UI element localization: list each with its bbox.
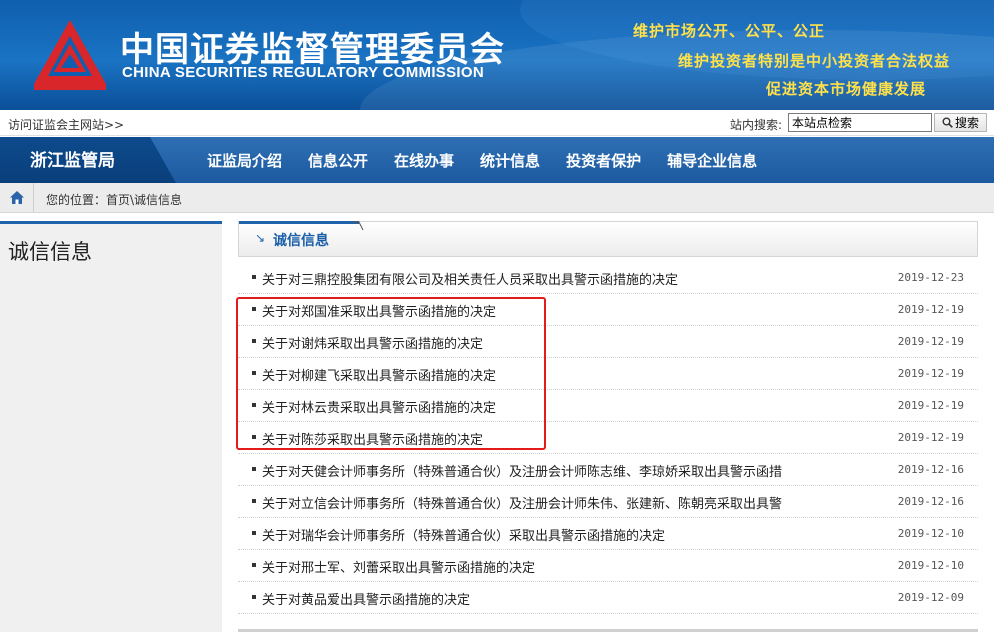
list-item[interactable]: 关于对林云贵采取出具警示函措施的决定 2019-12-19: [238, 390, 978, 422]
bullet-icon: [252, 403, 256, 407]
nav-item-investor-protection[interactable]: 投资者保护: [566, 150, 641, 171]
nav-item-statistics[interactable]: 统计信息: [480, 150, 540, 171]
list-item[interactable]: 关于对三鼎控股集团有限公司及相关责任人员采取出具警示函措施的决定 2019-12…: [238, 262, 978, 294]
list-item[interactable]: 关于对谢炜采取出具警示函措施的决定 2019-12-19: [238, 326, 978, 358]
list-item[interactable]: 关于对邢士军、刘蕾采取出具警示函措施的决定 2019-12-10: [238, 550, 978, 582]
news-date: 2019-12-19: [897, 335, 964, 348]
bullet-icon: [252, 499, 256, 503]
main-nav: 浙江监管局 证监局介绍 信息公开 在线办事 统计信息 投资者保护 辅导企业信息: [0, 137, 994, 183]
breadcrumb-bar: 您的位置：首页\诚信信息: [0, 183, 994, 213]
news-title-link[interactable]: 关于对郑国准采取出具警示函措施的决定: [262, 301, 496, 320]
news-date: 2019-12-10: [897, 527, 964, 540]
news-title-link[interactable]: 关于对天健会计师事务所（特殊普通合伙）及注册会计师陈志维、李琼娇采取出具警示函措: [262, 461, 782, 480]
news-title-link[interactable]: 关于对三鼎控股集团有限公司及相关责任人员采取出具警示函措施的决定: [262, 269, 678, 288]
news-date: 2019-12-19: [897, 431, 964, 444]
section-title: 诚信信息: [273, 233, 329, 249]
csrc-logo-icon[interactable]: [32, 18, 108, 94]
bullet-icon: [252, 467, 256, 471]
home-icon: [9, 191, 24, 204]
slogan-line: 维护投资者特别是中小投资者合法权益: [678, 52, 951, 70]
search-input[interactable]: [788, 113, 932, 132]
nav-menu: 证监局介绍 信息公开 在线办事 统计信息 投资者保护 辅导企业信息: [194, 137, 770, 183]
nav-item-tutoring-info[interactable]: 辅导企业信息: [667, 150, 757, 171]
news-title-link[interactable]: 关于对谢炜采取出具警示函措施的决定: [262, 333, 483, 352]
bullet-icon: [252, 595, 256, 599]
news-date: 2019-12-23: [897, 271, 964, 284]
breadcrumb: 您的位置：首页\诚信信息: [46, 193, 183, 207]
slogan-line: 维护市场公开、公平、公正: [633, 22, 826, 40]
news-date: 2019-12-19: [897, 303, 964, 316]
nav-item-info-disclosure[interactable]: 信息公开: [308, 150, 368, 171]
sidebar-title: 诚信信息: [8, 240, 92, 264]
news-title-link[interactable]: 关于对林云贵采取出具警示函措施的决定: [262, 397, 496, 416]
magnifier-icon: [942, 117, 953, 128]
main-content: ↘ 诚信信息 关于对三鼎控股集团有限公司及相关责任人员采取出具警示函措施的决定 …: [238, 221, 978, 632]
news-list: 关于对三鼎控股集团有限公司及相关责任人员采取出具警示函措施的决定 2019-12…: [238, 262, 978, 614]
top-bar: 访问证监会主网站>> 站内搜索: 搜索: [0, 110, 994, 136]
news-title-link[interactable]: 关于对立信会计师事务所（特殊普通合伙）及注册会计师朱伟、张建新、陈朝亮采取出具警: [262, 493, 782, 512]
list-item[interactable]: 关于对陈莎采取出具警示函措施的决定 2019-12-19: [238, 422, 978, 454]
bullet-icon: [252, 275, 256, 279]
bullet-icon: [252, 531, 256, 535]
search-label: 站内搜索:: [730, 118, 783, 132]
list-item[interactable]: 关于对柳建飞采取出具警示函措施的决定 2019-12-19: [238, 358, 978, 390]
list-item[interactable]: 关于对天健会计师事务所（特殊普通合伙）及注册会计师陈志维、李琼娇采取出具警示函措…: [238, 454, 978, 486]
news-title-link[interactable]: 关于对柳建飞采取出具警示函措施的决定: [262, 365, 496, 384]
site-banner: 中国证券监督管理委员会 CHINA SECURITIES REGULATORY …: [0, 0, 994, 110]
slogan-line: 促进资本市场健康发展: [766, 80, 927, 98]
list-item[interactable]: 关于对郑国准采取出具警示函措施的决定 2019-12-19: [238, 294, 978, 326]
search-button[interactable]: 搜索: [934, 113, 987, 132]
nav-item-bureau-intro[interactable]: 证监局介绍: [207, 150, 282, 171]
news-date: 2019-12-09: [897, 591, 964, 604]
bullet-icon: [252, 371, 256, 375]
news-title-link[interactable]: 关于对陈莎采取出具警示函措施的决定: [262, 429, 483, 448]
news-date: 2019-12-19: [897, 399, 964, 412]
list-item[interactable]: 关于对立信会计师事务所（特殊普通合伙）及注册会计师朱伟、张建新、陈朝亮采取出具警…: [238, 486, 978, 518]
tab-notch-icon: [351, 221, 364, 231]
sidebar: 诚信信息: [0, 221, 222, 632]
news-title-link[interactable]: 关于对黄品爱出具警示函措施的决定: [262, 589, 470, 608]
bullet-icon: [252, 435, 256, 439]
news-date: 2019-12-16: [897, 463, 964, 476]
news-title-link[interactable]: 关于对瑞华会计师事务所（特殊普通合伙）采取出具警示函措施的决定: [262, 525, 665, 544]
news-date: 2019-12-10: [897, 559, 964, 572]
bullet-icon: [252, 563, 256, 567]
org-name-en: CHINA SECURITIES REGULATORY COMMISSION: [122, 64, 484, 81]
news-date: 2019-12-19: [897, 367, 964, 380]
list-item[interactable]: 关于对黄品爱出具警示函措施的决定 2019-12-09: [238, 582, 978, 614]
region-name[interactable]: 浙江监管局: [0, 137, 176, 183]
home-button[interactable]: [0, 183, 34, 212]
news-date: 2019-12-16: [897, 495, 964, 508]
corner-arrow-icon: ↘: [255, 231, 266, 245]
bullet-icon: [252, 339, 256, 343]
nav-item-online-services[interactable]: 在线办事: [394, 150, 454, 171]
search-button-label: 搜索: [954, 116, 979, 130]
section-header: ↘ 诚信信息: [238, 221, 978, 257]
visit-main-site-link[interactable]: 访问证监会主网站>>: [8, 116, 124, 133]
bullet-icon: [252, 307, 256, 311]
list-item[interactable]: 关于对瑞华会计师事务所（特殊普通合伙）采取出具警示函措施的决定 2019-12-…: [238, 518, 978, 550]
news-title-link[interactable]: 关于对邢士军、刘蕾采取出具警示函措施的决定: [262, 557, 535, 576]
